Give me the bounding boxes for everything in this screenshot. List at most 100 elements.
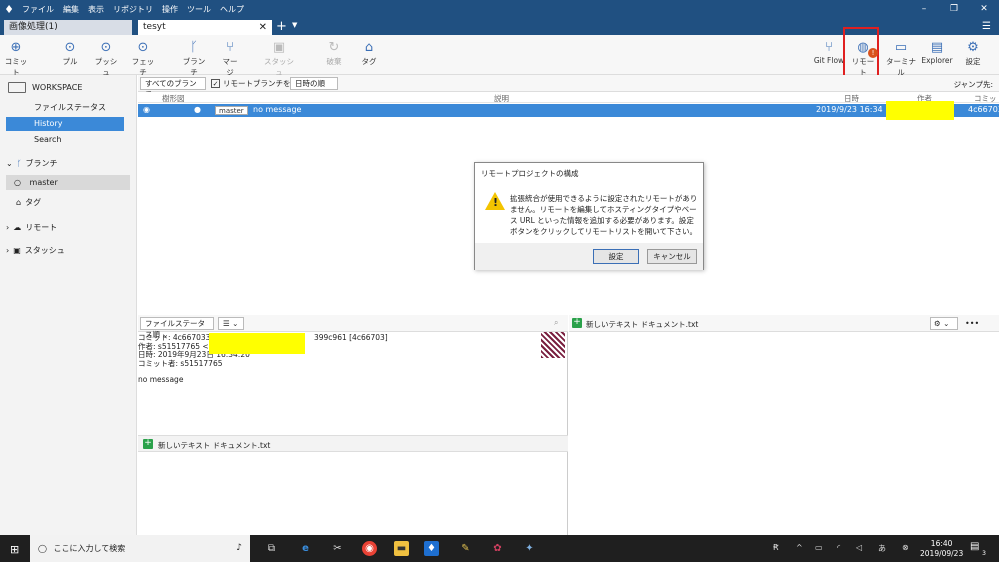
diff-header: + 新しいテキスト ドキュメント.txt ⚙ ⌄ ••• — [569, 315, 999, 332]
tag-button[interactable]: ⌂ タグ — [360, 39, 378, 67]
tags-label: タグ — [25, 198, 42, 207]
branch-filter-dropdown[interactable]: すべてのブランチ ⌄ — [140, 77, 206, 99]
merge-label: マージ — [222, 57, 238, 77]
gitflow-button[interactable]: ⑂ Git Flow — [812, 39, 846, 65]
branch-button[interactable]: ᚴ ブランチ — [181, 39, 207, 78]
explorer-button[interactable]: ▤ Explorer — [921, 39, 953, 65]
microphone-icon[interactable]: ♪ — [236, 535, 242, 562]
snipping-tool-icon[interactable]: ✂ — [330, 541, 345, 556]
sidebar-item-history[interactable]: History — [6, 117, 124, 131]
sidebar-item-file-status[interactable]: ファイルステータス — [6, 101, 124, 115]
ime-icon[interactable]: あ — [878, 543, 886, 554]
sourcetree-taskbar-icon[interactable]: ♦ — [424, 541, 439, 556]
details-header: ファイルステータス順 ⌄ ☰ ⌄ ⌕ — [138, 315, 568, 339]
hamburger-menu-icon[interactable]: ☰ — [982, 21, 991, 32]
menu-view[interactable]: 表示 — [88, 4, 104, 15]
menu-edit[interactable]: 編集 — [63, 4, 79, 15]
app-icon-tool[interactable]: ✦ — [522, 541, 537, 556]
branch-label: ブランチ — [182, 57, 206, 77]
col-description[interactable]: 説明 — [494, 93, 509, 104]
status-icon[interactable]: ⊗ — [902, 543, 909, 552]
menu-repository[interactable]: リポジトリ — [113, 4, 153, 15]
workspace-monitor-icon — [8, 82, 26, 93]
commit-plus-icon: ⊕ — [10, 40, 22, 55]
hash-redaction — [209, 333, 305, 354]
taskbar-clock[interactable]: 16:40 2019/09/23 — [920, 539, 963, 559]
commit-info: コミット: 4c66703326 399c961 [4c66703] 作者: s5… — [138, 333, 538, 385]
edge-browser-icon[interactable]: e — [298, 541, 313, 556]
chrome-icon[interactable]: ◉ — [362, 541, 377, 556]
order-dropdown[interactable]: 日時の順 ⌄ — [290, 77, 338, 99]
sidebar-section-remotes[interactable]: › ☁ リモート — [6, 222, 57, 233]
checkbox-checked-icon: ✓ — [211, 79, 220, 88]
sidebar-section-tags[interactable]: ⌂ タグ — [6, 197, 41, 208]
maximize-button[interactable]: ❐ — [939, 0, 969, 18]
tab-image-processing[interactable]: 画像処理(1) — [4, 20, 132, 35]
file-explorer-icon[interactable]: ▬ — [394, 541, 409, 556]
settings-button[interactable]: ⚙ 設定 — [962, 39, 984, 67]
sidebar-branch-master[interactable]: ○ master — [6, 175, 130, 190]
notification-count: 3 — [982, 550, 986, 557]
remotes-label: リモート — [25, 223, 58, 232]
minimize-button[interactable]: – — [909, 0, 939, 18]
sidebar-section-stash[interactable]: › ▣ スタッシュ — [6, 245, 65, 256]
people-icon[interactable]: Ꞧ — [773, 543, 779, 552]
merge-button[interactable]: ⑂ マージ — [219, 39, 241, 78]
diff-options-gear-dropdown[interactable]: ⚙ ⌄ — [930, 317, 958, 330]
gitflow-icon: ⑂ — [825, 40, 833, 55]
notification-icon[interactable]: ▤ 3 — [970, 541, 986, 557]
explorer-folder-icon: ▤ — [930, 40, 944, 55]
app-icon-brush[interactable]: ✎ — [458, 541, 473, 556]
cancel-button[interactable]: キャンセル — [647, 249, 697, 264]
changed-file-row[interactable]: + 新しいテキスト ドキュメント.txt — [138, 435, 568, 452]
sidebar-item-search[interactable]: Search — [6, 133, 124, 147]
commit-button[interactable]: ⊕ コミット — [4, 39, 28, 78]
new-tab-plus-icon[interactable]: + — [276, 19, 287, 35]
col-date[interactable]: 日時 — [844, 93, 859, 104]
workspace-header: WORKSPACE — [8, 82, 82, 93]
commit-details-panel: ファイルステータス順 ⌄ ☰ ⌄ ⌕ コミット: 4c66703326 399c9… — [138, 315, 568, 535]
close-button[interactable]: ✕ — [969, 0, 999, 18]
taskbar-search-input[interactable]: ◯ ここに入力して検索 ♪ — [30, 535, 250, 562]
stash-button[interactable]: ▣ スタッシュ — [263, 39, 295, 78]
more-options-icon[interactable]: ••• — [965, 319, 979, 328]
windows-taskbar: ⊞ ◯ ここに入力して検索 ♪ ⧉ e ✂ ◉ ▬ ♦ ✎ ✿ ✦ Ꞧ ^ ▭ … — [0, 535, 999, 562]
task-view-icon[interactable]: ⧉ — [264, 541, 279, 556]
pull-arrow-down-icon: ⊙ — [64, 40, 76, 55]
terminal-button[interactable]: ▭ ターミナル — [884, 39, 918, 78]
push-button[interactable]: ⊙ プッシュ — [93, 39, 119, 78]
app-icon-paint[interactable]: ✿ — [490, 541, 505, 556]
explorer-label: Explorer — [921, 56, 953, 65]
fetch-button[interactable]: ⊙ フェッチ — [130, 39, 156, 78]
fetch-icon: ⊙ — [137, 40, 149, 55]
history-row[interactable]: ◉ ● master no message 2019/9/23 16:34 4c… — [138, 104, 999, 117]
settings-ok-button[interactable]: 設定 — [593, 249, 639, 264]
diff-file-name: 新しいテキスト ドキュメント.txt — [586, 320, 699, 329]
commit-message: no message — [138, 375, 184, 385]
menu-actions[interactable]: 操作 — [162, 4, 178, 15]
search-icon[interactable]: ⌕ — [554, 318, 558, 328]
history-filter-bar: すべてのブランチ ⌄ ✓ リモートブランチを表示 日時の順 ⌄ ジャンプ先: — [138, 75, 999, 99]
dialog-message: 拡張統合が使用できるように設定されたリモートがありません。リモートを編集してホス… — [510, 194, 698, 236]
pull-button[interactable]: ⊙ プル — [60, 39, 80, 67]
tab-label: 画像処理(1) — [9, 22, 58, 32]
sidebar-section-branches[interactable]: ⌄ ᚴ ブランチ — [6, 158, 58, 169]
volume-icon[interactable]: ◁ — [856, 543, 862, 552]
gear-icon: ⚙ — [967, 40, 979, 55]
windows-start-icon[interactable]: ⊞ — [10, 543, 19, 556]
tab-close-icon[interactable]: ✕ — [259, 20, 267, 35]
menu-file[interactable]: ファイル — [22, 4, 54, 15]
discard-button[interactable]: ↻ 破棄 — [323, 39, 345, 67]
pull-label: プル — [62, 57, 78, 66]
col-graph[interactable]: 樹形図 — [162, 93, 185, 104]
tab-list-chevron-icon[interactable]: ▼ — [292, 21, 297, 29]
view-mode-dropdown[interactable]: ☰ ⌄ — [218, 317, 244, 330]
battery-icon[interactable]: ▭ — [815, 543, 823, 552]
menu-tools[interactable]: ツール — [187, 4, 211, 15]
file-status-sort-dropdown[interactable]: ファイルステータス順 ⌄ — [140, 317, 214, 339]
tab-tesyt[interactable]: tesyt ✕ — [138, 20, 272, 35]
wifi-icon[interactable]: ◜ — [837, 543, 840, 552]
terminal-icon: ▭ — [894, 40, 908, 55]
menu-help[interactable]: ヘルプ — [220, 4, 244, 15]
tray-chevron-up-icon[interactable]: ^ — [796, 543, 803, 552]
